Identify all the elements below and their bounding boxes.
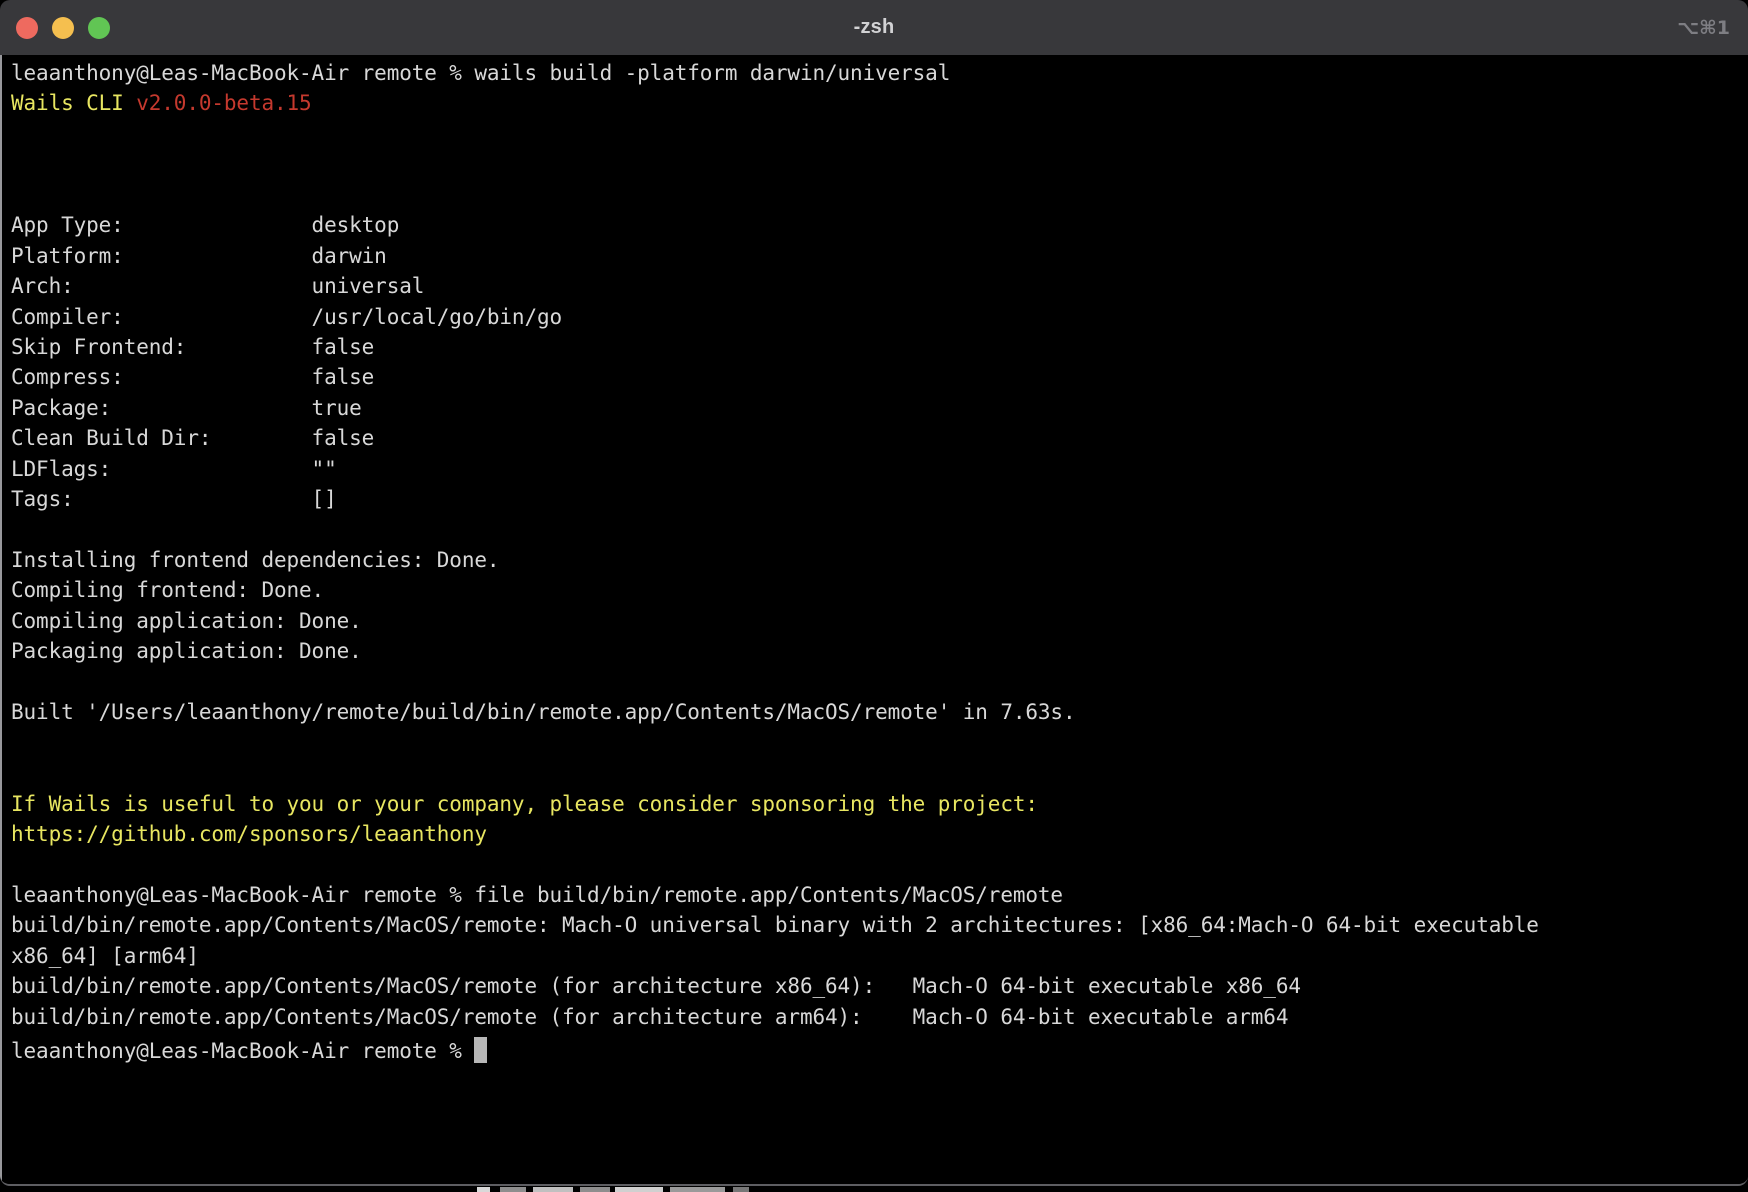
artifact-fragment [580,1187,610,1192]
terminal-window: -zsh ⌥⌘1 leaanthony@Leas-MacBook-Air rem… [0,0,1748,1186]
artifact-fragment [615,1187,663,1192]
wails-cli-label: Wails CLI [11,91,136,115]
terminal-cursor [474,1037,487,1063]
config-row-compress: Compress: false [11,362,1748,392]
traffic-lights [16,0,110,55]
status-compiling-frontend: Compiling frontend: Done. [11,575,1748,605]
config-row-compiler: Compiler: /usr/local/go/bin/go [11,302,1748,332]
artifact-fragment [670,1187,725,1192]
artifact-fragment [477,1187,490,1192]
prompt-line-build-command: leaanthony@Leas-MacBook-Air remote % wai… [11,58,1748,88]
wails-cli-version-line: Wails CLI v2.0.0-beta.15 [11,88,1748,118]
terminal-content[interactable]: leaanthony@Leas-MacBook-Air remote % wai… [0,55,1748,1184]
final-prompt-line[interactable]: leaanthony@Leas-MacBook-Air remote % [11,1032,1748,1062]
config-row-tags: Tags: [] [11,484,1748,514]
close-button[interactable] [16,17,38,39]
blank-line [11,180,1748,210]
artifact-fragment [733,1187,749,1192]
window-shortcut-hint: ⌥⌘1 [1677,17,1730,39]
status-compiling-application: Compiling application: Done. [11,606,1748,636]
file-output-universal-binary: build/bin/remote.app/Contents/MacOS/remo… [11,910,1748,940]
blank-line [11,728,1748,758]
artifact-fragment [533,1187,573,1192]
file-output-wrap: x86_64] [arm64] [11,941,1748,971]
minimize-button[interactable] [52,17,74,39]
config-row-clean-build-dir: Clean Build Dir: false [11,423,1748,453]
config-row-package: Package: true [11,393,1748,423]
zoom-button[interactable] [88,17,110,39]
file-output-arm64: build/bin/remote.app/Contents/MacOS/remo… [11,1002,1748,1032]
config-row-ldflags: LDFlags: "" [11,454,1748,484]
wails-cli-version: v2.0.0-beta.15 [136,91,311,115]
blank-line [11,119,1748,149]
status-packaging-application: Packaging application: Done. [11,636,1748,666]
blank-line [11,849,1748,879]
blank-line [11,515,1748,545]
config-row-app-type: App Type: desktop [11,210,1748,240]
sponsor-url-line: https://github.com/sponsors/leaanthony [11,819,1748,849]
cropped-content-below-window [455,1186,767,1192]
titlebar[interactable]: -zsh ⌥⌘1 [0,0,1748,55]
config-row-skip-frontend: Skip Frontend: false [11,332,1748,362]
config-row-arch: Arch: universal [11,271,1748,301]
artifact-fragment [500,1187,526,1192]
window-title: -zsh [854,16,895,39]
status-installing-deps: Installing frontend dependencies: Done. [11,545,1748,575]
prompt-line-file-command: leaanthony@Leas-MacBook-Air remote % fil… [11,880,1748,910]
config-row-platform: Platform: darwin [11,241,1748,271]
blank-line [11,149,1748,179]
build-result-line: Built '/Users/leaanthony/remote/build/bi… [11,697,1748,727]
blank-line [11,667,1748,697]
file-output-x86-64: build/bin/remote.app/Contents/MacOS/remo… [11,971,1748,1001]
final-prompt-text: leaanthony@Leas-MacBook-Air remote % [11,1039,474,1063]
blank-line [11,758,1748,788]
sponsor-message-line: If Wails is useful to you or your compan… [11,789,1748,819]
